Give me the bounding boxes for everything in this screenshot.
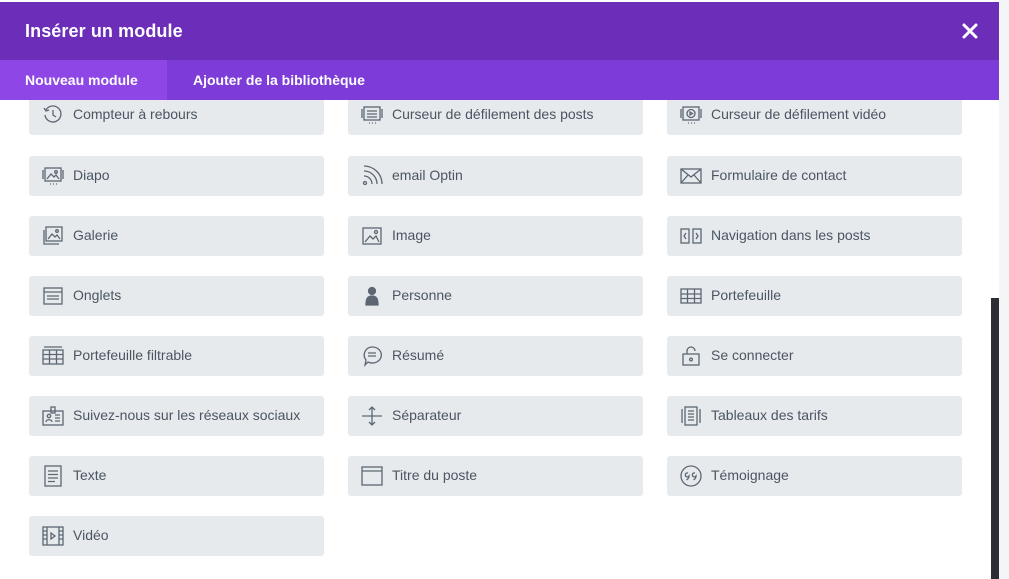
module-label: Personne [392, 287, 452, 303]
module-email-optin[interactable]: email Optin [348, 156, 643, 196]
filterable-grid-icon [41, 344, 65, 368]
text-document-icon [41, 464, 65, 488]
module-filterable-portfolio[interactable]: Portefeuille filtrable [29, 336, 324, 376]
module-label: Suivez-nous sur les réseaux sociaux [73, 407, 301, 423]
module-label: Curseur de défilement des posts [392, 106, 594, 122]
module-tabs[interactable]: Onglets [29, 276, 324, 316]
module-label: Diapo [73, 167, 110, 183]
modal-header: Insérer un module [0, 2, 999, 60]
module-video-slider[interactable]: Curseur de défilement vidéo [667, 100, 962, 135]
module-slider[interactable]: Diapo [29, 156, 324, 196]
divider-icon [360, 404, 384, 428]
module-label: Onglets [73, 287, 122, 303]
module-gallery[interactable]: Galerie [29, 216, 324, 256]
module-pricing-tables[interactable]: Tableaux des tarifs [667, 396, 962, 436]
module-label: Image [392, 227, 431, 243]
module-label: Séparateur [392, 407, 462, 423]
modal-tabs: Nouveau module Ajouter de la bibliothèqu… [0, 60, 999, 100]
social-follow-icon [41, 404, 65, 428]
module-label: Se connecter [711, 347, 794, 363]
grid-icon [679, 284, 703, 308]
insert-module-modal: Insérer un module Nouveau module Ajouter… [0, 0, 999, 579]
module-label: Galerie [73, 227, 119, 243]
module-label: Texte [73, 467, 107, 483]
slider-icon [41, 164, 65, 188]
post-navigation-icon [679, 224, 703, 248]
module-label: Compteur à rebours [73, 106, 198, 122]
module-text[interactable]: Texte [29, 456, 324, 496]
video-slider-icon [679, 103, 703, 127]
video-icon [41, 524, 65, 548]
image-icon [360, 224, 384, 248]
module-label: Tableaux des tarifs [711, 407, 828, 423]
module-label: Portefeuille [711, 287, 782, 303]
tab-add-from-library[interactable]: Ajouter de la bibliothèque [193, 60, 365, 100]
background-page-edge [999, 0, 1009, 579]
post-title-icon [360, 464, 384, 488]
module-post-navigation[interactable]: Navigation dans les posts [667, 216, 962, 256]
envelope-icon [679, 164, 703, 188]
module-person[interactable]: Personne [348, 276, 643, 316]
post-slider-icon [360, 103, 384, 127]
module-label: Portefeuille filtrable [73, 347, 193, 363]
module-summary[interactable]: Résumé [348, 336, 643, 376]
module-image[interactable]: Image [348, 216, 643, 256]
module-social-follow[interactable]: Suivez-nous sur les réseaux sociaux [29, 396, 324, 436]
pricing-table-icon [679, 404, 703, 428]
modal-title: Insérer un module [25, 21, 183, 41]
module-testimonial[interactable]: Témoignage [667, 456, 962, 496]
tabs-icon [41, 284, 65, 308]
tab-new-module[interactable]: Nouveau module [0, 60, 167, 100]
clock-icon [41, 103, 65, 127]
module-contact-form[interactable]: Formulaire de contact [667, 156, 962, 196]
rss-icon [360, 164, 384, 188]
module-portfolio[interactable]: Portefeuille [667, 276, 962, 316]
module-label: Titre du poste [392, 467, 478, 483]
scrollbar[interactable] [991, 298, 999, 579]
quote-icon [679, 464, 703, 488]
speech-bubble-icon [360, 344, 384, 368]
module-post-slider[interactable]: Curseur de défilement des posts [348, 100, 643, 135]
module-label: email Optin [392, 167, 463, 183]
module-divider[interactable]: Séparateur [348, 396, 643, 436]
module-label: Navigation dans les posts [711, 227, 871, 243]
module-label: Témoignage [711, 467, 789, 483]
module-label: Formulaire de contact [711, 167, 847, 183]
module-post-title[interactable]: Titre du poste [348, 456, 643, 496]
builder-window: Insérer un module Nouveau module Ajouter… [0, 0, 1009, 579]
lock-icon [679, 344, 703, 368]
module-label: Vidéo [73, 527, 109, 543]
module-login[interactable]: Se connecter [667, 336, 962, 376]
module-label: Curseur de défilement vidéo [711, 106, 887, 122]
module-countdown[interactable]: Compteur à rebours [29, 100, 324, 135]
module-label: Résumé [392, 347, 445, 363]
close-icon[interactable] [961, 22, 979, 40]
gallery-icon [41, 224, 65, 248]
module-grid: Compteur à rebours Curseur de défilement… [0, 100, 999, 579]
person-icon [360, 284, 384, 308]
module-video[interactable]: Vidéo [29, 516, 324, 556]
